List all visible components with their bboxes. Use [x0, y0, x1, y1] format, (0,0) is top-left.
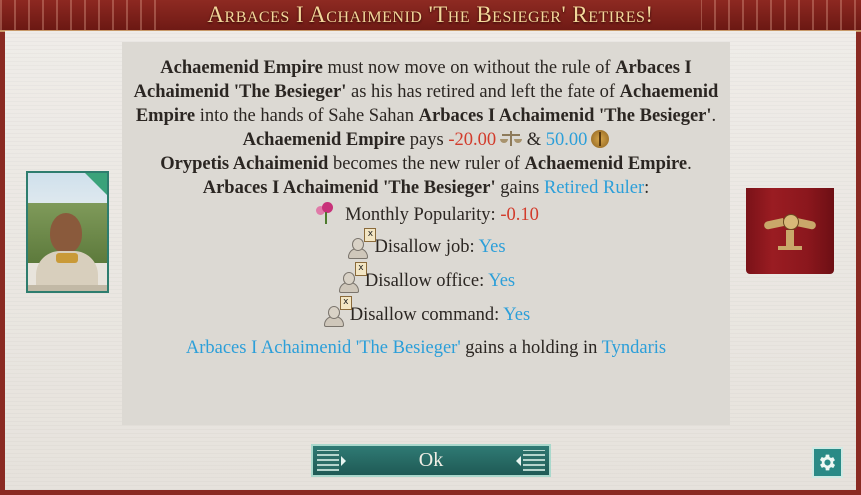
- effect-label: Monthly Popularity:: [345, 205, 501, 225]
- portrait-face: [50, 213, 82, 253]
- effect-label: Disallow command:: [349, 305, 504, 325]
- portrait-corner-badge: [85, 173, 107, 195]
- message-paragraph-payment: Achaemenid Empire pays -20.00 & 50.00: [122, 128, 730, 152]
- arrow-right-icon: [341, 456, 346, 466]
- ruler-name-link[interactable]: Arbaces I Achaimenid 'The Besieger': [419, 106, 712, 126]
- portrait-bottom-strip: [28, 285, 107, 291]
- message-text: .: [687, 154, 692, 174]
- faravahar-disc: [783, 214, 799, 230]
- gear-icon: [819, 454, 836, 471]
- message-paragraph-trait: Arbaces I Achaimenid 'The Besieger' gain…: [122, 176, 730, 200]
- popularity-flower-icon: [313, 202, 339, 224]
- holding-location-link[interactable]: Tyndaris: [602, 338, 666, 358]
- effect-value: Yes: [478, 237, 506, 257]
- effect-disallow-job: x Disallow job: Yes: [122, 228, 730, 264]
- settings-button[interactable]: [812, 447, 843, 478]
- effect-value: Yes: [488, 271, 516, 291]
- ruler-name-link[interactable]: Arbaces I Achaimenid 'The Besieger': [203, 178, 496, 198]
- empire-flag[interactable]: [746, 188, 834, 274]
- gold-coin-icon: [591, 130, 610, 148]
- message-content: Achaemenid Empire must now move on witho…: [122, 56, 730, 360]
- new-ruler-name-link[interactable]: Orypetis Achaimenid: [160, 154, 328, 174]
- payment-amount-positive: 50.00: [545, 130, 588, 150]
- dialog-title: Arbaces I Achaimenid 'The Besieger' Reti…: [207, 2, 654, 27]
- empire-name-link[interactable]: Achaemenid Empire: [160, 58, 323, 78]
- message-paragraph-holding: Arbaces I Achaimenid 'The Besieger' gain…: [122, 336, 730, 360]
- ruler-portrait[interactable]: [26, 171, 109, 293]
- empire-name-link[interactable]: Achaemenid Empire: [243, 130, 406, 150]
- disallow-bust-icon: x: [346, 228, 377, 259]
- message-text: into the hands of Sahe Sahan: [195, 106, 419, 126]
- disallow-bust-icon: x: [337, 262, 367, 293]
- trait-link[interactable]: Retired Ruler: [544, 178, 644, 198]
- empire-name-link[interactable]: Achaemenid Empire: [525, 154, 688, 174]
- effect-value: Yes: [503, 305, 531, 325]
- effect-value: -0.10: [500, 205, 539, 225]
- ok-button[interactable]: Ok: [311, 444, 551, 477]
- effect-label: Disallow office:: [364, 271, 489, 291]
- arrow-left-icon: [516, 456, 521, 466]
- message-text: gains a holding in: [460, 338, 602, 358]
- dialog-header: Arbaces I Achaimenid 'The Besieger' Reti…: [0, 0, 861, 32]
- message-text: as his has retired and left the fate of: [346, 82, 620, 102]
- payment-amount-negative: -20.00: [448, 130, 497, 150]
- ok-button-ornament-left: [317, 450, 339, 471]
- faravahar-feet: [778, 246, 802, 250]
- message-text: must now move on without the rule of: [322, 58, 616, 78]
- message-paragraph-1: Achaemenid Empire must now move on witho…: [122, 56, 730, 128]
- message-text: &: [522, 130, 546, 150]
- portrait-collar: [56, 253, 78, 263]
- dialog-frame: Arbaces I Achaimenid 'The Besieger' Reti…: [0, 0, 861, 495]
- faravahar-wing-left: [763, 218, 785, 230]
- effect-label: Disallow job:: [374, 237, 479, 257]
- message-text: pays: [405, 130, 449, 150]
- effect-monthly-popularity: Monthly Popularity: -0.10: [122, 200, 730, 230]
- ok-button-ornament-right: [523, 450, 545, 471]
- message-text: gains: [495, 178, 544, 198]
- effect-disallow-office: x Disallow office: Yes: [122, 262, 730, 298]
- message-text: becomes the new ruler of: [328, 154, 525, 174]
- ok-button-label: Ok: [418, 449, 444, 471]
- disallow-bust-icon: x: [322, 296, 352, 327]
- message-text: .: [711, 106, 717, 126]
- ruler-name-link[interactable]: Arbaces I Achaimenid 'The Besieger': [186, 338, 461, 358]
- effect-disallow-command: x Disallow command: Yes: [122, 296, 730, 332]
- message-paragraph-new-ruler: Orypetis Achaimenid becomes the new rule…: [122, 152, 730, 176]
- message-text: :: [644, 178, 650, 198]
- scales-icon: [500, 130, 523, 148]
